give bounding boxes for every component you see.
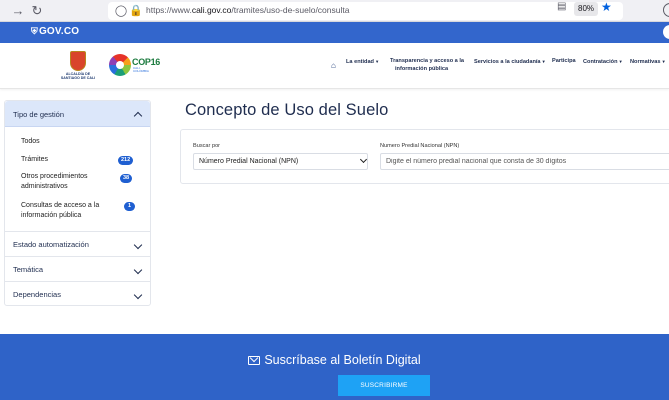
caret-down-icon: ▾ (662, 59, 665, 64)
gov-bar: ⛨GOV.CO (0, 22, 669, 43)
bookmark-star-icon[interactable]: ★ (601, 0, 612, 14)
caret-down-icon: ▾ (542, 59, 545, 64)
accessibility-icon[interactable] (663, 25, 669, 39)
filter-tematica[interactable]: Temática (13, 265, 43, 274)
filter-option-consultas[interactable]: Consultas de acceso a la información púb… (21, 201, 116, 220)
alcaldia-shield-icon (70, 51, 86, 71)
nav-transparencia-label2: información pública (395, 65, 449, 72)
reader-view-icon[interactable]: ▤ (557, 1, 566, 12)
chevron-down-icon[interactable] (133, 292, 143, 302)
nav-normativas[interactable]: Normativas ▾ (630, 58, 665, 67)
govco-logo[interactable]: ⛨GOV.CO (31, 26, 79, 37)
subscribe-button[interactable]: SUSCRIBIRME (338, 375, 430, 396)
filter-tipo-gestion-label: Tipo de gestión (13, 110, 65, 119)
page-title: Concepto de Uso del Suelo (185, 101, 389, 119)
newsletter-title-text: Suscríbase al Boletín Digital (264, 353, 421, 367)
nav-participa[interactable]: Participa (552, 58, 576, 66)
filter-estado-automatizacion[interactable]: Estado automatización (13, 240, 89, 249)
search-form: Buscar por Número Predial Nacional (NPN)… (180, 129, 669, 184)
filter-option-tramites[interactable]: Trámites (21, 155, 126, 165)
nav-normativas-label: Normativas (630, 59, 661, 65)
divider (5, 231, 150, 232)
shield-icon[interactable]: ◯ (113, 3, 129, 19)
filter-dependencias[interactable]: Dependencias (13, 290, 61, 299)
cop16-subtext: CALI, COLOMBIA (133, 66, 149, 73)
browser-toolbar: → ↻ ◯ 🔒 https://www.cali.gov.co/tramites… (0, 0, 669, 22)
nav-contratacion-label: Contratación (583, 59, 618, 65)
nav-servicios-label: Servicios a la ciudadanía (474, 59, 541, 65)
nav-servicios[interactable]: Servicios a la ciudadanía ▾ (474, 58, 545, 67)
filter-option-otros[interactable]: Otros procedimientos administrativos (21, 172, 116, 191)
chevron-down-icon[interactable] (133, 267, 143, 277)
nav-transparencia-label: Transparencia y acceso a la (390, 58, 465, 64)
count-badge: 1 (124, 202, 135, 211)
url-host: cali.gov.co (191, 5, 232, 15)
url-path: /tramites/uso-de-suelo/consulta (231, 5, 350, 15)
lock-icon[interactable]: 🔒 (128, 3, 144, 19)
count-badge: 38 (120, 174, 133, 183)
url-prefix: https://www. (146, 5, 192, 15)
govco-label: GOV.CO (38, 26, 80, 37)
divider (5, 256, 150, 257)
divider (5, 281, 150, 282)
site-header: ALCALDÍA DE SANTIAGO DE CALI COP16 CALI,… (0, 43, 669, 89)
alcaldia-logo[interactable]: ALCALDÍA DE SANTIAGO DE CALI (60, 51, 96, 83)
zoom-level[interactable]: 80% (574, 2, 599, 16)
nav-transparencia[interactable]: Transparencia y acceso a la información p… (390, 58, 464, 73)
buscar-por-label: Buscar por (193, 143, 221, 149)
nav-participa-label: Participa (552, 58, 576, 64)
nav-la-entidad[interactable]: La entidad ▾ (346, 58, 378, 67)
home-icon[interactable]: ⌂ (331, 61, 336, 70)
filter-sidebar: Tipo de gestión Todos Trámites 212 Otros… (4, 100, 151, 306)
filter-option-todos[interactable]: Todos (21, 137, 126, 147)
npn-label: Numero Predial Nacional (NPN) (380, 143, 460, 149)
cop16-logo[interactable]: COP16 CALI, COLOMBIA (109, 54, 160, 78)
cop16-flower-icon (109, 54, 131, 76)
govco-shield-icon: ⛨ (31, 26, 38, 36)
forward-arrow-icon[interactable]: → (10, 3, 26, 19)
npn-input[interactable] (380, 153, 669, 170)
chevron-down-icon[interactable] (133, 242, 143, 252)
url-text[interactable]: https://www.cali.gov.co/tramites/uso-de-… (146, 5, 349, 15)
account-icon[interactable] (663, 3, 669, 17)
filter-tipo-gestion-header[interactable]: Tipo de gestión (5, 101, 150, 127)
reload-icon[interactable]: ↻ (29, 3, 45, 19)
newsletter-footer: Suscríbase al Boletín Digital SUSCRIBIRM… (0, 334, 669, 400)
address-bar[interactable]: ◯ 🔒 https://www.cali.gov.co/tramites/uso… (108, 2, 623, 20)
envelope-icon (248, 356, 261, 365)
nav-la-entidad-label: La entidad (346, 59, 374, 65)
buscar-por-value: Número Predial Nacional (NPN) (199, 158, 299, 165)
caret-down-icon: ▾ (375, 59, 379, 64)
buscar-por-select[interactable]: Número Predial Nacional (NPN) (193, 153, 368, 170)
alcaldia-text: ALCALDÍA DE SANTIAGO DE CALI (60, 72, 96, 80)
caret-down-icon: ▾ (619, 59, 622, 64)
newsletter-title: Suscríbase al Boletín Digital (0, 353, 669, 367)
count-badge: 212 (118, 156, 134, 165)
nav-contratacion[interactable]: Contratación ▾ (583, 58, 622, 67)
chevron-up-icon[interactable] (133, 110, 143, 120)
